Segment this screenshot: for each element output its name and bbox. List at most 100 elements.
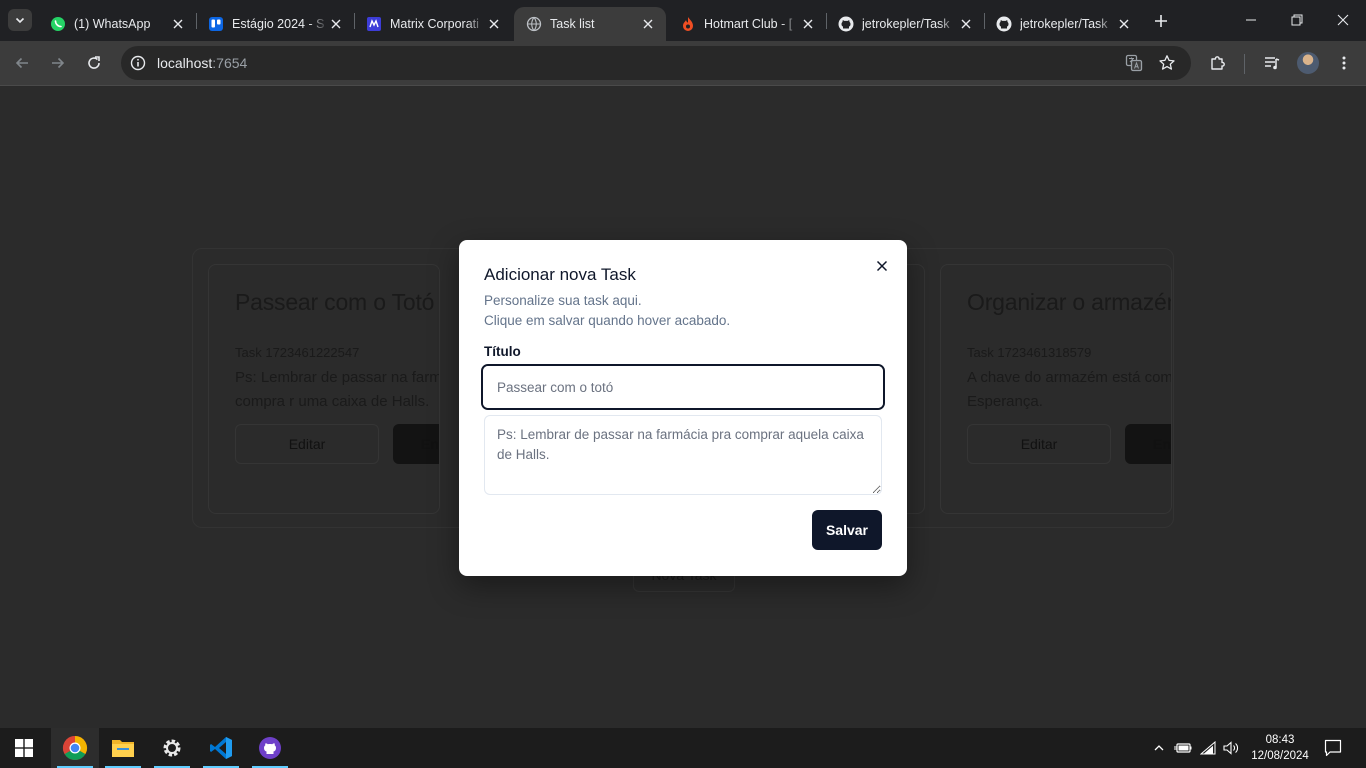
tab-hotmart[interactable]: Hotmart Club - [ [668, 7, 826, 41]
tab-whatsapp[interactable]: (1) WhatsApp [38, 7, 196, 41]
close-icon[interactable] [486, 16, 502, 32]
profile-button[interactable] [1294, 49, 1322, 77]
reload-icon [88, 56, 100, 69]
extensions-button[interactable] [1204, 49, 1232, 77]
address-bar[interactable]: localhost:7654 [121, 46, 1191, 80]
url-host: localhost [157, 55, 213, 71]
speaker-icon [1223, 741, 1238, 755]
close-icon [876, 260, 888, 272]
github-icon [996, 16, 1012, 32]
bookmark-star-icon[interactable] [1158, 54, 1176, 77]
close-icon [1337, 14, 1349, 26]
start-button[interactable] [0, 728, 48, 768]
close-icon[interactable] [958, 16, 974, 32]
tab-github-2[interactable]: jetrokepler/Task [984, 7, 1142, 41]
battery-status[interactable] [1172, 728, 1194, 768]
task-description: Ps: Lembrar de passar na farmácia pra co… [235, 369, 440, 410]
dialog-description-line: Personalize sua task aqui. [484, 293, 642, 308]
site-info-icon[interactable] [129, 54, 147, 77]
save-button[interactable]: Salvar [812, 510, 882, 550]
tab-title: Matrix Corporati [390, 17, 479, 31]
file-explorer-icon [112, 740, 134, 757]
chevron-down-icon [15, 17, 25, 24]
dialog-close-button[interactable] [873, 257, 891, 275]
tab-title: Task list [550, 17, 595, 31]
notification-icon [1324, 739, 1342, 757]
dialog-description-line: Clique em salvar quando hover acabado. [484, 313, 731, 328]
task-card: Passear com o Totó Task 1723461222547 Ps… [208, 264, 440, 514]
minimize-button[interactable] [1228, 0, 1274, 40]
back-button[interactable] [8, 49, 36, 77]
plus-icon [1155, 15, 1167, 27]
url-port: :7654 [212, 55, 248, 71]
window-close-button[interactable] [1320, 0, 1366, 40]
tab-title: jetrokepler/Task [862, 17, 950, 31]
browser-tab-strip: (1) WhatsApp Estágio 2024 - S Matrix Cor… [0, 0, 1366, 41]
close-task-button[interactable]: Encerrar [1125, 424, 1171, 464]
forward-button[interactable] [44, 49, 72, 77]
task-title: Passear com o Totó [235, 289, 435, 315]
network-status[interactable] [1197, 728, 1219, 768]
chevron-up-icon [1154, 745, 1164, 751]
taskbar-file-explorer[interactable] [99, 728, 147, 768]
close-icon[interactable] [328, 16, 344, 32]
hotmart-icon [680, 16, 696, 32]
task-id: Task 1723461318579 [967, 345, 1092, 360]
restore-button[interactable] [1274, 0, 1320, 40]
settings-icon [163, 739, 181, 757]
windows-start-icon [15, 739, 33, 757]
tab-matrix[interactable]: Matrix Corporati [354, 7, 512, 41]
taskbar-vscode[interactable] [197, 728, 245, 768]
description-textarea[interactable] [484, 415, 882, 495]
edit-button[interactable]: Editar [235, 424, 379, 464]
matrix-icon [366, 16, 382, 32]
volume-status[interactable] [1220, 728, 1242, 768]
close-icon[interactable] [170, 16, 186, 32]
tab-task-list[interactable]: Task list [514, 7, 666, 41]
close-icon[interactable] [640, 16, 656, 32]
title-input[interactable] [481, 364, 885, 410]
arrow-left-icon [15, 57, 28, 69]
notifications-button[interactable] [1320, 728, 1346, 768]
browser-menu-button[interactable] [1330, 49, 1358, 77]
windows-taskbar: 08:43 12/08/2024 [0, 728, 1366, 768]
close-icon[interactable] [1116, 16, 1132, 32]
new-tab-button[interactable] [1150, 10, 1172, 32]
task-title: Organizar o armazém [967, 289, 1172, 315]
tab-title: Hotmart Club - [ [704, 17, 793, 31]
toolbar-divider [1244, 54, 1245, 74]
tab-title: Estágio 2024 - S [232, 17, 325, 31]
task-card: Organizar o armazém Task 1723461318579 A… [940, 264, 1172, 514]
tab-github-1[interactable]: jetrokepler/Task [826, 7, 984, 41]
tab-trello[interactable]: Estágio 2024 - S [196, 7, 354, 41]
translate-icon[interactable] [1125, 54, 1143, 77]
github-desktop-icon [259, 737, 281, 759]
taskbar-github-desktop[interactable] [246, 728, 294, 768]
puzzle-icon [1211, 56, 1225, 70]
battery-plug-icon [1174, 743, 1192, 753]
edit-button[interactable]: Editar [967, 424, 1111, 464]
clock-date: 12/08/2024 [1251, 750, 1309, 762]
media-control-button[interactable] [1258, 49, 1286, 77]
restore-icon [1291, 14, 1303, 26]
more-vertical-icon [1342, 56, 1346, 70]
dialog-title: Adicionar nova Task [484, 265, 636, 284]
reload-button[interactable] [80, 49, 108, 77]
add-task-dialog: Adicionar nova Task Personalize sua task… [459, 240, 907, 576]
tab-title: jetrokepler/Task [1020, 17, 1108, 31]
tab-search-button[interactable] [8, 9, 32, 31]
url-text: localhost:7654 [157, 55, 247, 71]
taskbar-chrome[interactable] [51, 728, 99, 768]
close-task-button[interactable]: Encerrar [393, 424, 439, 464]
system-clock[interactable]: 08:43 12/08/2024 [1248, 732, 1312, 764]
wifi-icon [1200, 741, 1216, 755]
close-icon[interactable] [800, 16, 816, 32]
chrome-icon [62, 736, 88, 761]
whatsapp-icon [50, 16, 66, 32]
show-hidden-icons-button[interactable] [1148, 728, 1170, 768]
browser-toolbar: localhost:7654 [0, 41, 1366, 86]
taskbar-settings[interactable] [148, 728, 196, 768]
tab-title: (1) WhatsApp [74, 17, 151, 31]
arrow-right-icon [52, 57, 65, 69]
trello-icon [208, 16, 224, 32]
